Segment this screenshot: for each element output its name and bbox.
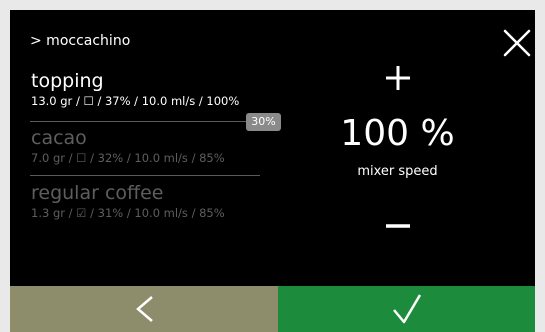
close-icon — [503, 29, 531, 57]
parameter-label: mixer speed — [357, 164, 438, 179]
ingredient-item-topping[interactable]: topping 13.0 gr / ☐ / 37% / 10.0 ml/s / … — [31, 70, 261, 108]
decrease-button[interactable] — [380, 208, 416, 244]
chevron-left-icon — [136, 296, 153, 322]
ingredient-name: cacao — [31, 127, 87, 149]
plus-icon — [386, 66, 410, 90]
ingredient-name: topping — [31, 70, 104, 92]
value-number: 100 — [340, 113, 410, 154]
value-unit: % — [420, 113, 455, 154]
ingredient-details: 1.3 gr / ☑ / 31% / 10.0 ml/s / 85% — [31, 206, 225, 220]
ingredient-item-cacao[interactable]: cacao 7.0 gr / ☐ / 32% / 10.0 ml/s / 85% — [31, 127, 261, 165]
ingredient-name: regular coffee — [31, 182, 164, 204]
increase-button[interactable] — [380, 60, 416, 96]
ingredient-details: 7.0 gr / ☐ / 32% / 10.0 ml/s / 85% — [31, 151, 225, 165]
close-button[interactable] — [500, 26, 534, 60]
minus-icon — [386, 224, 410, 228]
divider — [30, 175, 260, 176]
divider — [30, 121, 260, 122]
checkmark-icon — [393, 294, 422, 324]
breadcrumb: > moccachino — [30, 33, 131, 49]
mixer-speed-value: 100 % — [330, 110, 465, 158]
back-button[interactable] — [10, 286, 278, 332]
ingredient-details: 13.0 gr / ☐ / 37% / 10.0 ml/s / 100% — [31, 94, 240, 108]
ingredient-item-regular-coffee[interactable]: regular coffee 1.3 gr / ☑ / 31% / 10.0 m… — [31, 182, 261, 220]
confirm-button[interactable] — [278, 286, 535, 332]
screen: > moccachino topping 13.0 gr / ☐ / 37% /… — [10, 10, 535, 332]
